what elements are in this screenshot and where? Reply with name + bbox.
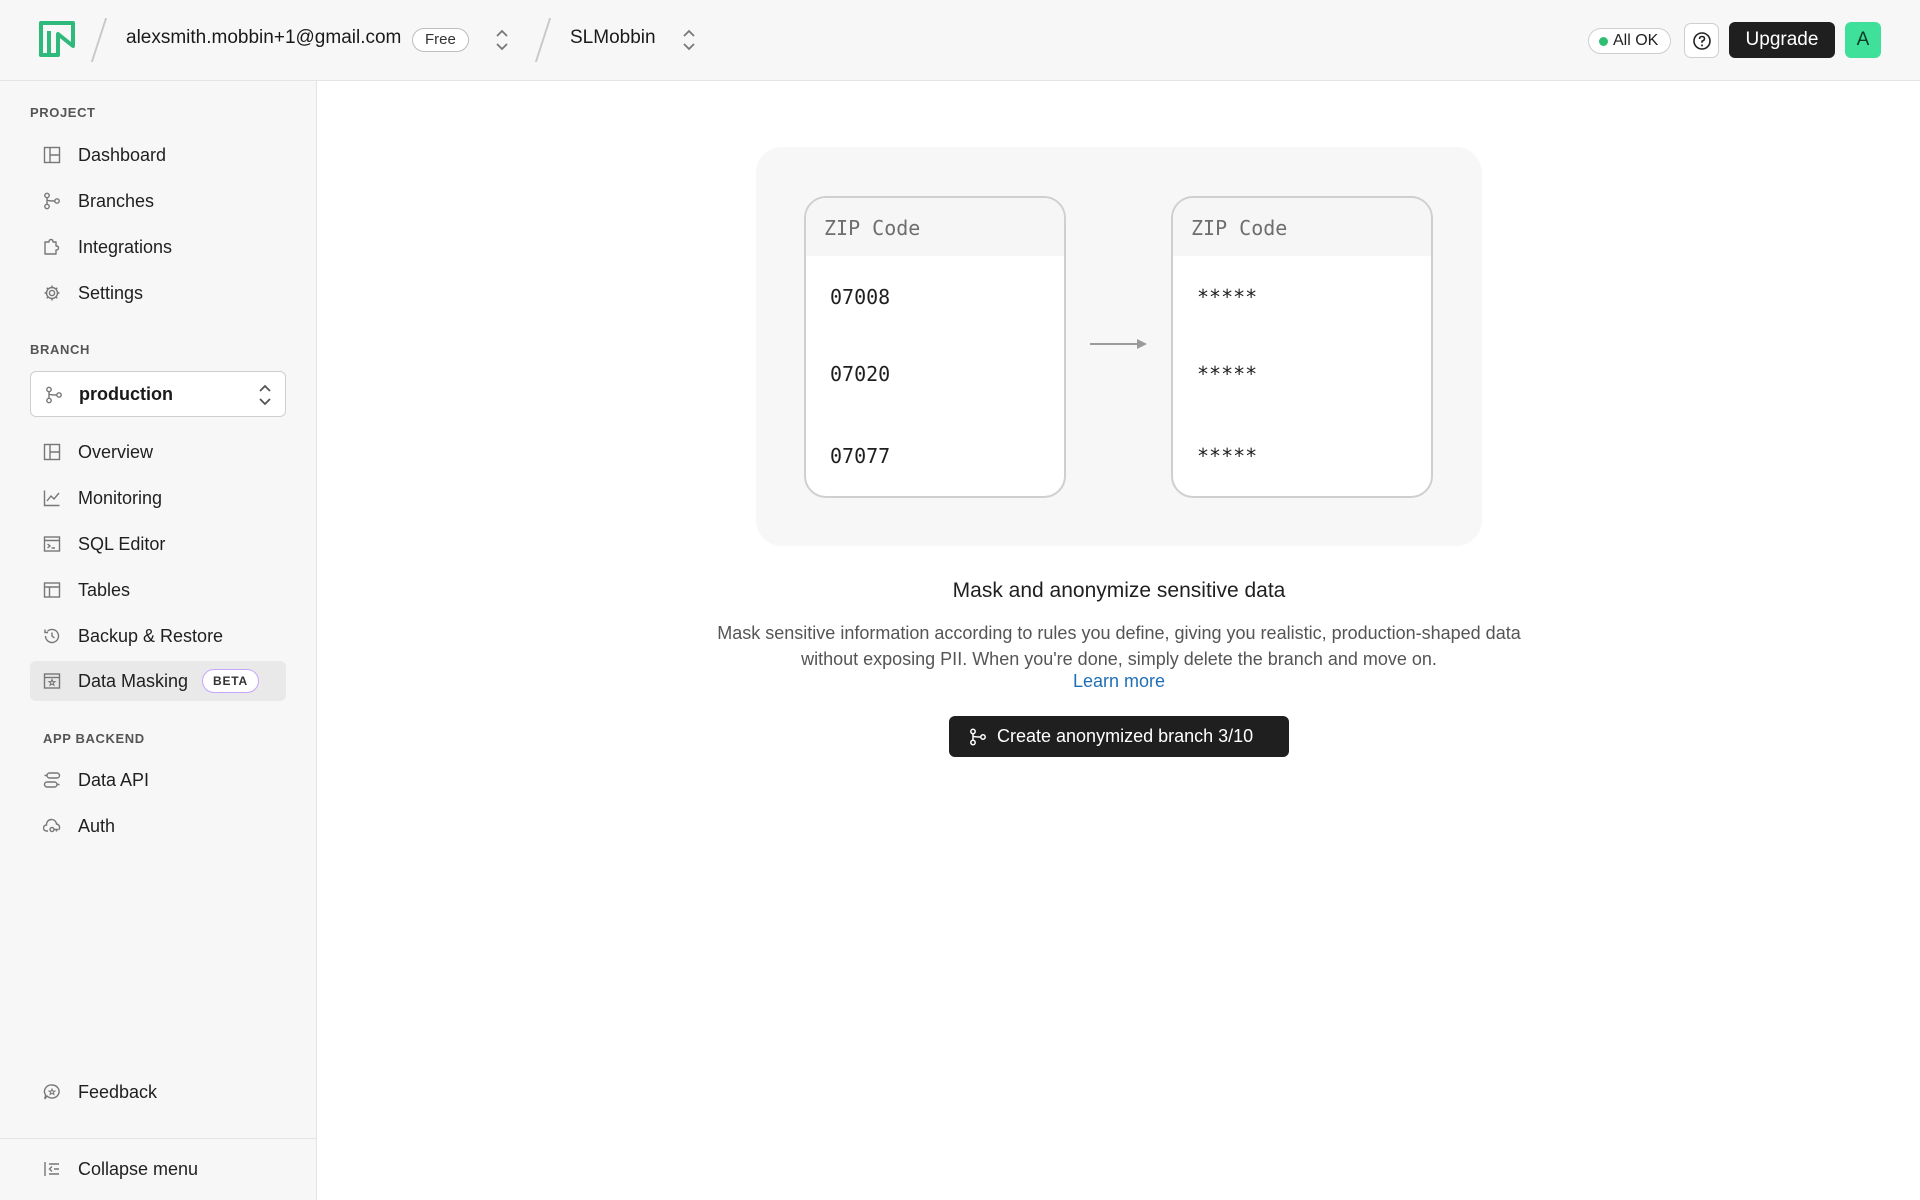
top-header: alexsmith.mobbin+1@gmail.com Free SLMobb… (0, 0, 1920, 81)
sidebar-item-auth[interactable]: Auth (30, 806, 286, 846)
feedback-icon (43, 1084, 60, 1100)
collapse-menu-label: Collapse menu (78, 1159, 199, 1179)
original-data-card: ZIP Code 07008 07020 07077 (804, 196, 1066, 498)
sidebar-item-label: Integrations (78, 237, 173, 257)
masked-value: ***** (1197, 362, 1258, 386)
original-value: 07020 (830, 362, 891, 386)
column-header: ZIP Code (1173, 198, 1431, 256)
status-badge[interactable]: All OK (1588, 28, 1672, 54)
column-header: ZIP Code (806, 198, 1064, 256)
api-icon (43, 772, 61, 788)
chevron-updown-icon (259, 384, 271, 406)
plan-badge: Free (412, 28, 469, 52)
gear-icon (44, 285, 60, 301)
breadcrumb-separator (542, 18, 544, 62)
sidebar-item-monitoring[interactable]: Monitoring (30, 478, 286, 518)
sidebar-item-label: Auth (78, 816, 116, 836)
dashboard-icon (43, 443, 61, 461)
sidebar-item-label: Settings (78, 283, 144, 303)
column-header-label: ZIP Code (824, 216, 921, 240)
create-anonymized-branch-button[interactable]: Create anonymized branch 3/10 (949, 716, 1289, 757)
sidebar-item-settings[interactable]: Settings (30, 273, 286, 313)
account-switcher-chevron-icon[interactable] (494, 27, 510, 53)
sidebar-item-label: Data API (78, 770, 150, 790)
avatar[interactable]: A (1845, 22, 1881, 58)
sidebar-item-backup-restore[interactable]: Backup & Restore (30, 616, 286, 656)
beta-badge: BETA (202, 669, 259, 693)
learn-more-row: Learn more (756, 671, 1482, 692)
sidebar-item-data-api[interactable]: Data API (30, 760, 286, 800)
collapse-menu-button[interactable]: Collapse menu (30, 1149, 286, 1189)
sidebar-item-branches[interactable]: Branches (30, 181, 286, 221)
branch-selector-value: production (79, 384, 173, 404)
project-name[interactable]: SLMobbin (570, 27, 656, 49)
sidebar-item-dashboard[interactable]: Dashboard (30, 135, 286, 175)
chart-icon (43, 490, 60, 507)
sidebar: PROJECT Dashboard Branches Integrations … (0, 81, 317, 1200)
masked-value: ***** (1197, 444, 1258, 468)
column-header-label: ZIP Code (1191, 216, 1288, 240)
status-text: All OK (1613, 32, 1659, 49)
section-label-project: PROJECT (30, 105, 96, 120)
status-dot-icon (1599, 37, 1608, 46)
arrow-right-icon (1090, 339, 1147, 349)
original-value: 07008 (830, 285, 891, 309)
section-label-app-backend: APP BACKEND (43, 731, 145, 746)
history-icon (44, 628, 60, 644)
feedback-button[interactable]: Feedback (30, 1072, 286, 1112)
sidebar-item-label: Backup & Restore (78, 626, 224, 646)
create-anonymized-branch-label: Create anonymized branch 3/10 (997, 726, 1254, 746)
sidebar-item-label: Overview (78, 442, 154, 462)
sidebar-item-overview[interactable]: Overview (30, 432, 286, 472)
original-value: 07077 (830, 444, 891, 468)
masked-value: ***** (1197, 285, 1258, 309)
sidebar-item-integrations[interactable]: Integrations (30, 227, 286, 267)
mask-icon (43, 673, 61, 689)
sidebar-item-sql-editor[interactable]: SQL Editor (30, 524, 286, 564)
terminal-icon (43, 536, 61, 552)
sidebar-item-label: Monitoring (78, 488, 163, 508)
masking-illustration: ZIP Code 07008 07020 07077 ZIP Code ****… (756, 147, 1482, 546)
sidebar-item-label: Data Masking (78, 671, 189, 691)
collapse-icon (44, 1162, 59, 1176)
feedback-label: Feedback (78, 1082, 158, 1102)
sidebar-item-label: Tables (78, 580, 131, 600)
project-switcher-chevron-icon[interactable] (681, 27, 697, 53)
branch-selector[interactable]: production (30, 371, 286, 417)
account-name[interactable]: alexsmith.mobbin+1@gmail.com (126, 27, 401, 49)
sidebar-item-label: Branches (78, 191, 155, 211)
branch-icon (970, 728, 986, 746)
question-icon (1692, 31, 1711, 50)
help-button[interactable] (1684, 23, 1719, 58)
branch-icon (44, 192, 60, 210)
dashboard-icon (43, 146, 61, 164)
puzzle-icon (44, 238, 60, 255)
learn-more-link[interactable]: Learn more (1073, 671, 1165, 691)
branch-icon (46, 386, 62, 404)
sidebar-item-tables[interactable]: Tables (30, 570, 286, 610)
breadcrumb-separator (98, 18, 100, 62)
empty-state-description: Mask sensitive information according to … (717, 623, 1521, 669)
masked-data-card: ZIP Code ***** ***** ***** (1171, 196, 1433, 498)
section-label-branch: BRANCH (30, 342, 90, 357)
sidebar-divider (0, 1138, 317, 1139)
sidebar-item-data-masking[interactable]: Data Masking BETA (30, 661, 286, 701)
neon-logo-icon[interactable] (38, 20, 76, 58)
table-icon (43, 582, 61, 598)
cloud-key-icon (43, 818, 61, 833)
upgrade-button[interactable]: Upgrade (1729, 22, 1835, 58)
sidebar-item-label: Dashboard (78, 145, 167, 165)
empty-state-title: Mask and anonymize sensitive data (952, 579, 1286, 602)
sidebar-item-label: SQL Editor (78, 534, 166, 554)
